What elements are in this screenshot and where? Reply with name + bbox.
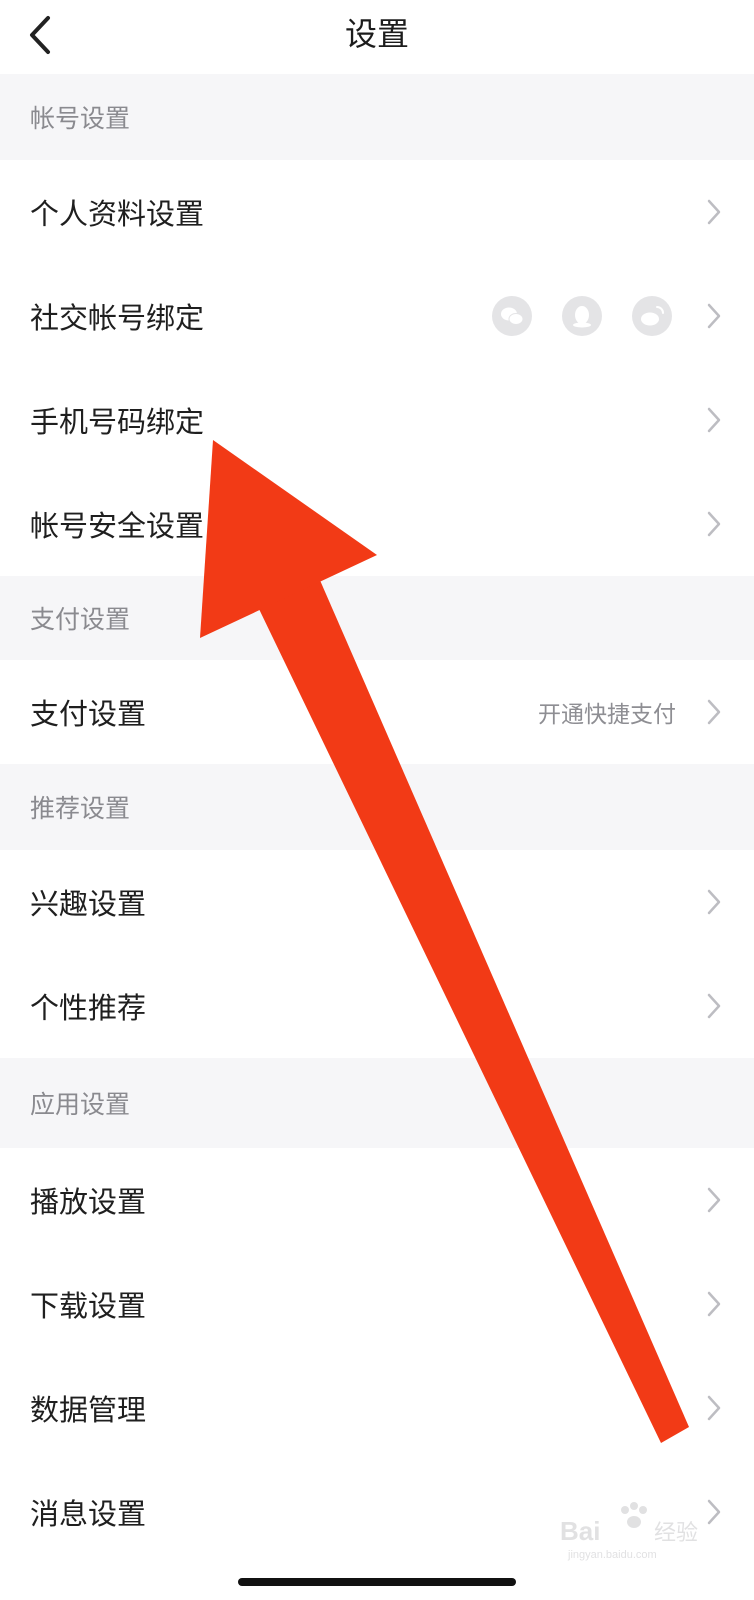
row-label: 消息设置 [30,1497,147,1531]
section-header-label: 帐号设置 [30,104,131,133]
chevron-right-icon [707,303,721,329]
section-header-label: 推荐设置 [30,794,131,823]
row-label: 兴趣设置 [30,887,147,921]
row-label: 播放设置 [30,1185,147,1219]
chevron-right-icon [707,407,721,433]
svg-text:经验: 经验 [654,1521,698,1546]
svg-text:Bai: Bai [560,1516,600,1546]
section-header-account: 帐号设置 [0,74,754,160]
section-header-app: 应用设置 [0,1058,754,1148]
chevron-right-icon [707,1395,721,1421]
row-personal-recommend[interactable]: 个性推荐 [0,954,754,1058]
chevron-right-icon [707,1291,721,1317]
row-value: 开通快捷支付 [538,702,676,728]
row-profile-settings[interactable]: 个人资料设置 [0,160,754,264]
chevron-right-icon [707,1187,721,1213]
row-label: 手机号码绑定 [30,405,205,439]
row-label: 社交帐号绑定 [30,301,205,335]
row-interest-settings[interactable]: 兴趣设置 [0,850,754,954]
svg-text:du: du [618,1524,640,1544]
row-label: 个人资料设置 [30,197,205,231]
section-header-recommend: 推荐设置 [0,764,754,850]
qq-icon [562,296,602,336]
section-header-label: 支付设置 [30,605,131,634]
chevron-right-icon [707,1499,721,1525]
row-label: 数据管理 [30,1393,147,1427]
chevron-right-icon [707,511,721,537]
home-indicator[interactable] [238,1578,516,1586]
wechat-icon [492,296,532,336]
row-label: 下载设置 [30,1289,147,1323]
baidu-watermark-logo: Bai du 经验 jingyan.baidu.com [560,1502,698,1561]
row-payment-settings[interactable]: 支付设置 开通快捷支付 [0,660,754,764]
row-account-security[interactable]: 帐号安全设置 [0,472,754,576]
row-social-binding[interactable]: 社交帐号绑定 [0,264,754,368]
row-label: 个性推荐 [30,991,147,1025]
row-data-management[interactable]: 数据管理 [0,1356,754,1460]
section-header-payment: 支付设置 [0,576,754,660]
chevron-right-icon [707,889,721,915]
weibo-icon [632,296,672,336]
row-label: 帐号安全设置 [30,509,205,543]
page-title: 设置 [344,15,409,53]
svg-text:jingyan.baidu.com: jingyan.baidu.com [567,1549,657,1561]
chevron-right-icon [707,699,721,725]
row-playback-settings[interactable]: 播放设置 [0,1148,754,1252]
row-download-settings[interactable]: 下载设置 [0,1252,754,1356]
navigation-bar: 设置 [0,0,754,74]
section-header-label: 应用设置 [30,1090,131,1119]
chevron-right-icon [707,199,721,225]
row-phone-binding[interactable]: 手机号码绑定 [0,368,754,472]
row-label: 支付设置 [30,697,147,731]
chevron-right-icon [707,993,721,1019]
